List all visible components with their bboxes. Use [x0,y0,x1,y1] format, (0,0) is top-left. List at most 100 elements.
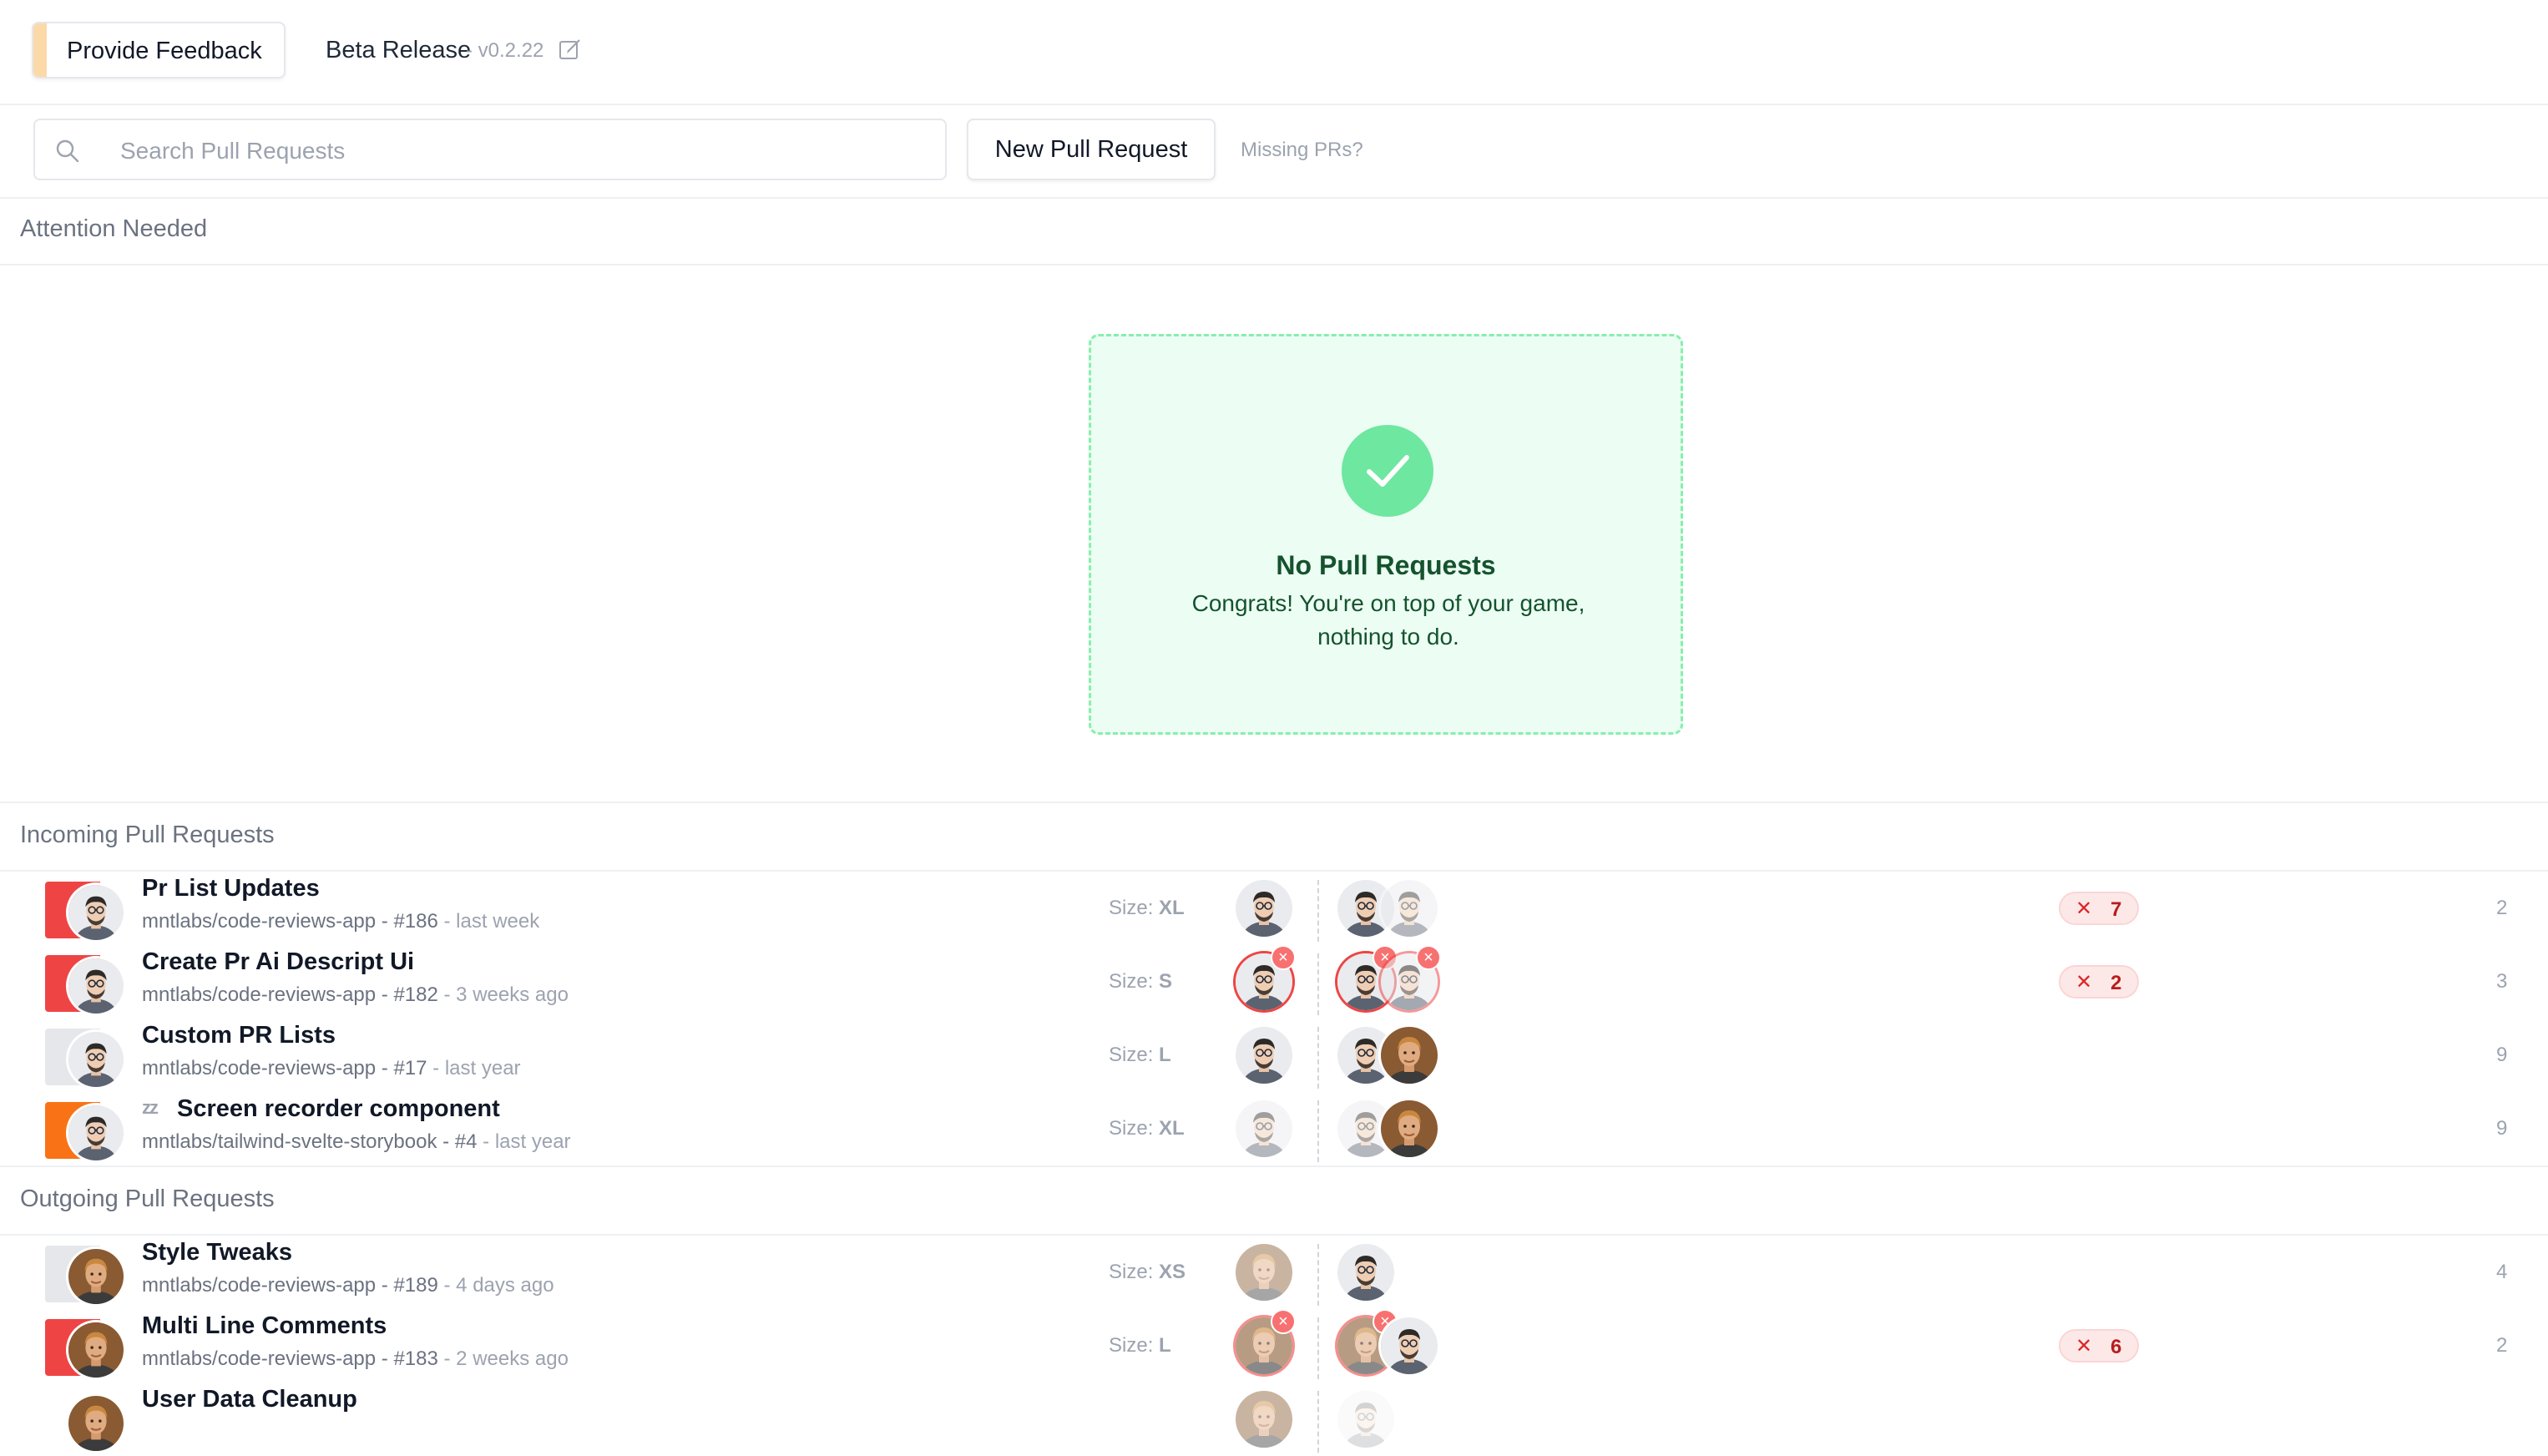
top-bar: Provide Feedback Beta Release - v0.2.22 [0,0,2548,105]
provide-feedback-label: Provide Feedback [67,38,262,64]
size-label: Size: L [1109,1334,1171,1357]
rejected-icon: × [1416,945,1441,970]
size-prefix: Size: [1109,970,1154,993]
comments-count: 7 [2111,898,2122,921]
reviewer-divider [1317,1244,1319,1306]
new-pull-request-button[interactable]: New Pull Request [967,119,1216,180]
pr-age: - last year [427,1057,521,1079]
feedback-accent-bar [33,23,47,77]
section-title: Outgoing Pull Requests [20,1186,275,1212]
size-label: Size: XL [1109,897,1185,920]
search-box[interactable] [33,119,947,180]
section-attention-needed: Attention Needed [0,197,2548,265]
reviewer-divider [1317,1391,1319,1453]
empty-state-title: No Pull Requests [1276,550,1496,580]
reviewer-avatar [1381,1100,1438,1157]
pull-request-row[interactable]: Multi Line Comments mntlabs/code-reviews… [0,1309,2548,1383]
section-title: Attention Needed [20,215,208,242]
reviewer-divider [1317,880,1319,942]
pr-repo[interactable]: mntlabs/code-reviews-app - #186 [142,910,438,933]
pull-request-row[interactable]: Style Tweaks mntlabs/code-reviews-app - … [0,1236,2548,1309]
author-avatar [68,1032,124,1087]
pr-meta: mntlabs/code-reviews-app - #189 - 4 days… [142,1274,554,1297]
size-prefix: Size: [1109,897,1154,919]
pr-repo[interactable]: mntlabs/tailwind-svelte-storybook - #4 [142,1130,478,1153]
search-icon [56,139,79,163]
reviewer-avatar [1381,1317,1438,1374]
empty-state-subtitle: Congrats! You're on top of your game, no… [1191,590,1585,650]
pull-request-row[interactable]: zz Screen recorder component mntlabs/tai… [0,1092,2548,1165]
size-label: Size: XS [1109,1261,1186,1284]
close-icon: ✕ [2075,1335,2093,1357]
comments-badge: ✕ 7 [2059,892,2139,925]
size-label: Size: S [1109,970,1172,993]
pr-title[interactable]: Pr List Updates [142,875,320,902]
pr-age: - last week [437,910,540,933]
reviewer-divider [1317,1100,1319,1162]
snooze-icon: zz [142,1097,159,1118]
row-edge-value: 9 [2496,1044,2508,1066]
reviewer-avatar [1381,880,1438,937]
close-icon: ✕ [2075,971,2093,993]
pr-age: - 2 weeks ago [437,1347,569,1370]
reviewer-divider [1317,1317,1319,1379]
missing-prs-link[interactable]: Missing PRs? [1241,139,1363,162]
size-value: S [1159,970,1173,993]
pr-title[interactable]: Screen recorder component [177,1095,500,1123]
pull-request-row[interactable]: Pr List Updates mntlabs/code-reviews-app… [0,872,2548,945]
pr-title[interactable]: User Data Cleanup [142,1386,357,1413]
size-value: XL [1159,897,1185,919]
size-prefix: Size: [1109,1117,1154,1140]
row-edge-value: 3 [2496,970,2508,993]
pr-meta: mntlabs/tailwind-svelte-storybook - #4 -… [142,1130,571,1154]
pr-meta: mntlabs/code-reviews-app - #183 - 2 week… [142,1347,569,1371]
pr-age: - 3 weeks ago [437,983,569,1006]
row-edge-value: 4 [2496,1261,2508,1283]
close-icon: ✕ [2075,897,2093,920]
pr-title[interactable]: Custom PR Lists [142,1022,336,1049]
beta-release-label: Beta Release [326,37,472,63]
author-avatar [68,1396,124,1451]
empty-state-card: No Pull Requests Congrats! You're on top… [1089,334,1683,735]
section-incoming: Incoming Pull Requests [0,801,2548,872]
comments-count: 2 [2111,972,2122,994]
reviewer-avatar [1337,1391,1394,1448]
provide-feedback-button[interactable]: Provide Feedback [32,22,286,78]
section-title: Incoming Pull Requests [20,822,275,848]
pr-repo[interactable]: mntlabs/code-reviews-app - #17 [142,1057,427,1079]
reviewer-avatar [1337,1244,1394,1301]
pr-repo[interactable]: mntlabs/code-reviews-app - #183 [142,1347,438,1370]
edit-icon[interactable] [558,37,583,62]
pr-meta: mntlabs/code-reviews-app - #186 - last w… [142,910,539,933]
pull-request-row[interactable]: User Data Cleanup [0,1383,2548,1456]
size-prefix: Size: [1109,1044,1154,1066]
reviewer-divider [1317,953,1319,1015]
size-value: XL [1159,1117,1185,1140]
author-avatar [68,885,124,940]
toolbar: New Pull Request Missing PRs? [0,105,2548,199]
pr-repo[interactable]: mntlabs/code-reviews-app - #182 [142,983,438,1006]
size-label: Size: L [1109,1044,1171,1067]
pr-title[interactable]: Multi Line Comments [142,1312,387,1340]
author-avatar [68,1105,124,1160]
pull-request-row[interactable]: Create Pr Ai Descript Ui mntlabs/code-re… [0,945,2548,1019]
size-value: L [1159,1334,1171,1357]
pull-request-row[interactable]: Custom PR Lists mntlabs/code-reviews-app… [0,1019,2548,1092]
owner-avatar [1236,1027,1292,1084]
reviewer-divider [1317,1027,1319,1089]
comments-count: 6 [2111,1336,2122,1358]
rejected-icon: × [1271,1309,1296,1334]
size-label: Size: XL [1109,1117,1185,1140]
author-avatar [68,1249,124,1304]
row-edge-value: 9 [2496,1117,2508,1140]
search-input[interactable] [119,132,923,170]
pr-age: - last year [477,1130,571,1153]
owner-avatar [1236,1244,1292,1301]
pr-repo[interactable]: mntlabs/code-reviews-app - #189 [142,1274,438,1297]
pr-title[interactable]: Create Pr Ai Descript Ui [142,948,414,976]
pr-meta: mntlabs/code-reviews-app - #17 - last ye… [142,1057,521,1080]
pr-title[interactable]: Style Tweaks [142,1239,292,1266]
comments-badge: ✕ 6 [2059,1329,2139,1362]
owner-avatar [1236,1391,1292,1448]
comments-badge: ✕ 2 [2059,965,2139,998]
